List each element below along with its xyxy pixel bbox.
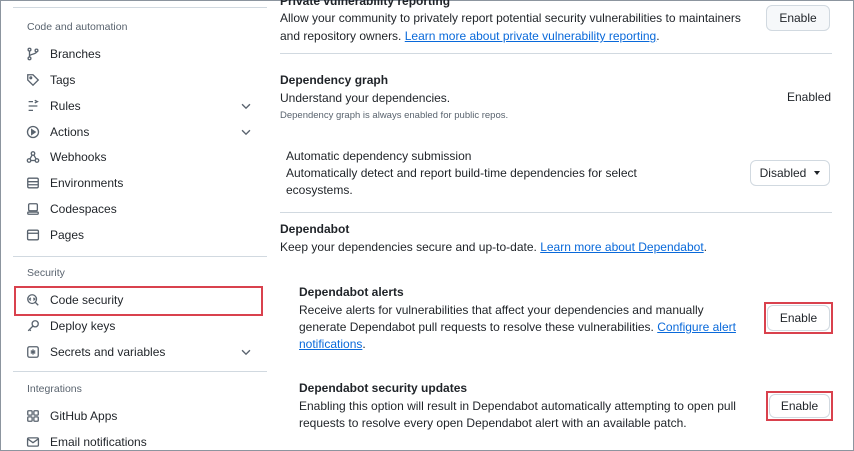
sidebar-divider — [13, 256, 267, 257]
codespaces-icon — [25, 201, 41, 217]
sidebar-item-label: Tags — [50, 73, 76, 87]
section-divider — [280, 212, 832, 213]
asterisk-icon — [25, 344, 41, 360]
dependabot-learn-more-link[interactable]: Learn more about Dependabot — [540, 240, 703, 254]
sidebar-item-label: Actions — [50, 125, 90, 139]
play-icon — [25, 124, 41, 140]
caret-down-icon — [814, 171, 821, 175]
dependency-graph-status: Enabled — [787, 90, 832, 104]
server-icon — [25, 175, 41, 191]
sidebar-item-webhooks[interactable]: Webhooks — [17, 145, 265, 169]
dependabot-title: Dependabot — [280, 222, 350, 236]
sidebar-item-codespaces[interactable]: Codespaces — [17, 197, 265, 221]
sidebar-item-environments[interactable]: Environments — [17, 171, 265, 195]
private-reporting-desc2: and repository owners. Learn more about … — [280, 29, 660, 43]
tag-icon — [25, 72, 41, 88]
chevron-down-icon[interactable] — [239, 125, 253, 139]
dependabot-alerts-desc3: notifications. — [299, 337, 366, 351]
private-reporting-enable-button[interactable]: Enable — [766, 5, 830, 31]
sidebar-item-label: Branches — [50, 47, 101, 61]
auto-submission-title: Automatic dependency submission — [286, 149, 472, 163]
security-updates-enable-highlight — [766, 391, 833, 421]
chevron-down-icon[interactable] — [239, 345, 253, 359]
section-heading-security: Security — [27, 267, 65, 279]
dependabot-alerts-desc2: generate Dependabot pull requests to res… — [299, 320, 736, 334]
sidebar-item-tags[interactable]: Tags — [17, 68, 265, 92]
sidebar-item-branches[interactable]: Branches — [17, 42, 265, 66]
sidebar-item-label: Secrets and variables — [50, 345, 166, 359]
sidebar-item-github-apps[interactable]: GitHub Apps — [17, 404, 265, 428]
settings-sidebar: Code and automation Branches Tags Rules … — [13, 1, 267, 451]
security-updates-title: Dependabot security updates — [299, 381, 468, 395]
sidebar-item-label: Environments — [50, 176, 124, 190]
auto-submission-desc2: ecosystems. — [286, 183, 353, 197]
webhook-icon — [25, 149, 41, 165]
dependabot-alerts-desc: Receive alerts for vulnerabilities that … — [299, 303, 704, 317]
sidebar-item-label: Deploy keys — [50, 319, 116, 333]
mail-icon — [25, 434, 41, 450]
dependabot-desc: Keep your dependencies secure and up-to-… — [280, 240, 707, 254]
notifications-link[interactable]: notifications — [299, 337, 362, 351]
dependency-graph-note: Dependency graph is always enabled for p… — [280, 110, 509, 121]
dependabot-alerts-title: Dependabot alerts — [299, 285, 404, 299]
sidebar-item-label: Rules — [50, 99, 81, 113]
section-divider — [280, 53, 832, 54]
sidebar-divider — [13, 371, 267, 372]
alerts-enable-highlight — [764, 302, 833, 334]
section-heading-integrations: Integrations — [27, 383, 82, 395]
dependency-graph-desc: Understand your dependencies. — [280, 91, 451, 105]
chevron-down-icon[interactable] — [239, 99, 253, 113]
security-updates-desc2: requests to resolve every open Dependabo… — [299, 416, 687, 430]
branch-icon — [25, 46, 41, 62]
settings-main: Private vulnerability reporting Allow yo… — [280, 0, 833, 451]
code-security-highlight — [14, 286, 263, 316]
sidebar-item-label: Email notifications — [50, 435, 147, 449]
sidebar-item-label: Pages — [50, 228, 85, 242]
auto-submission-dropdown-label: Disabled — [759, 166, 807, 180]
apps-icon — [25, 408, 41, 424]
configure-alert-link[interactable]: Configure alert — [657, 320, 736, 334]
sidebar-item-rules[interactable]: Rules — [17, 94, 265, 118]
sidebar-item-label: GitHub Apps — [50, 409, 118, 423]
dependency-graph-title: Dependency graph — [280, 73, 389, 87]
sidebar-item-email-notifications[interactable]: Email notifications — [17, 430, 265, 451]
sidebar-item-label: Webhooks — [50, 150, 107, 164]
auto-submission-dropdown[interactable]: Disabled — [750, 160, 830, 186]
sidebar-item-pages[interactable]: Pages — [17, 223, 265, 247]
browser-icon — [25, 227, 41, 243]
private-reporting-desc: Allow your community to privately report… — [280, 11, 741, 25]
security-updates-desc: Enabling this option will result in Depe… — [299, 399, 736, 413]
sidebar-item-actions[interactable]: Actions — [17, 120, 265, 144]
sidebar-divider — [13, 7, 267, 8]
private-reporting-learn-more-link[interactable]: Learn more about private vulnerability r… — [405, 29, 656, 43]
sidebar-item-secrets-variables[interactable]: Secrets and variables — [17, 340, 265, 364]
auto-submission-desc: Automatically detect and report build-ti… — [286, 166, 637, 180]
sidebar-item-deploy-keys[interactable]: Deploy keys — [17, 314, 265, 338]
key-icon — [25, 318, 41, 334]
private-reporting-title: Private vulnerability reporting — [280, 0, 451, 8]
sidebar-item-label: Codespaces — [50, 202, 117, 216]
rules-icon — [25, 98, 41, 114]
section-heading-code-automation: Code and automation — [27, 21, 128, 33]
